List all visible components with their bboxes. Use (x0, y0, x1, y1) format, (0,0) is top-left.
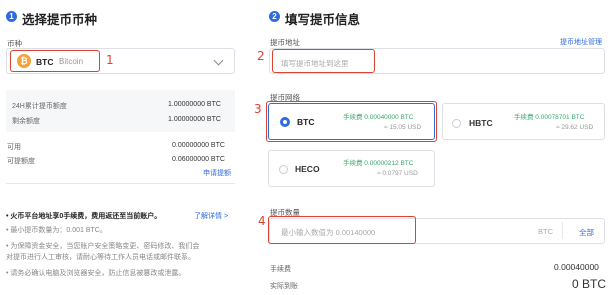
received-label: 实际到账 (270, 283, 298, 290)
network-option-hbtc[interactable] (442, 103, 605, 140)
annotation-number-2: 2 (257, 49, 265, 63)
fee-label: 手续费 (270, 266, 291, 273)
annotation-number-1: 1 (106, 53, 114, 67)
limit-remaining-value: 1.00000000 BTC (168, 116, 221, 123)
amount-unit: BTC (538, 227, 553, 236)
received-value: 0 BTC (572, 277, 607, 291)
address-input-placeholder[interactable]: 填写提币地址到这里 (281, 58, 349, 69)
network-hbtc-name: HBTC (469, 118, 493, 128)
network-btc-name: BTC (297, 117, 315, 127)
network-heco-name: HECO (295, 164, 320, 174)
note-security-2: 对提币进行人工审核，请耐心等待工作人员电话或邮件联系。 (6, 254, 195, 261)
step1-title: 选择提币币种 (22, 13, 98, 27)
bitcoin-icon: ₿ (17, 54, 31, 68)
apply-increase-link[interactable]: 申请提额 (203, 168, 231, 178)
fee-value: 0.00040000 (554, 262, 599, 272)
learn-more-link[interactable]: 了解详情 > (194, 211, 228, 221)
network-heco-fee-usd: ≈ 0.0797 USD (377, 170, 418, 177)
network-heco-fee: 手续费 0.00000212 BTC (343, 160, 414, 167)
annotation-number-3: 3 (254, 102, 262, 116)
network-hbtc-fee-usd: ≈ 29.62 USD (556, 124, 594, 131)
note-browser: • 请务必确认电脑及浏览器安全，防止信息被篡改或泄露。 (6, 270, 186, 277)
annotation-box-network (266, 101, 437, 142)
chevron-down-icon (213, 55, 224, 66)
limit-panel (6, 90, 235, 132)
available-label: 可用 (7, 144, 21, 151)
step2-title: 填写提币信息 (285, 13, 361, 27)
available-value: 0.00000000 BTC (172, 142, 225, 149)
network-hbtc-fee: 手续费 0.00078701 BTC (514, 114, 585, 121)
limit-24h-value: 1.00000000 BTC (168, 101, 221, 108)
network-heco-radio[interactable] (279, 165, 288, 174)
amount-input-placeholder[interactable]: 最小输入数值为 0.00140000 (281, 227, 375, 238)
coin-name: Bitcoin (59, 57, 84, 66)
step1-badge: 1 (6, 11, 17, 22)
network-option-heco[interactable] (268, 150, 435, 187)
limit-24h-label: 24H累计提币额度 (12, 103, 67, 110)
address-label: 提币地址 (270, 38, 300, 47)
divider (6, 183, 235, 184)
coin-code: BTC (36, 57, 54, 67)
step2-badge: 2 (269, 11, 280, 22)
annotation-number-4: 4 (258, 214, 266, 228)
withdrawable-label: 可提额度 (7, 158, 35, 165)
network-hbtc-radio[interactable] (452, 119, 461, 128)
network-btc-fee-usd: ≈ 15.05 USD (384, 124, 422, 131)
note-security-1: • 为保障资金安全，当您账户安全策略变更、密码修改、我们会 (6, 243, 200, 250)
network-btc-radio[interactable] (280, 117, 290, 127)
amount-all-button[interactable]: 全部 (579, 227, 594, 238)
amount-divider (562, 222, 563, 239)
limit-remaining-label: 剩余额度 (12, 118, 40, 125)
address-manage-link[interactable]: 提币地址管理 (560, 37, 602, 47)
withdrawable-value: 0.06000000 BTC (172, 156, 225, 163)
network-btc-fee: 手续费 0.00040000 BTC (343, 114, 414, 121)
note-min-amount: • 最小提币数量为：0.001 BTC。 (6, 227, 107, 234)
notice-title: • 火币平台地址享0手续费，费用返还至当前账户。 (6, 213, 162, 220)
